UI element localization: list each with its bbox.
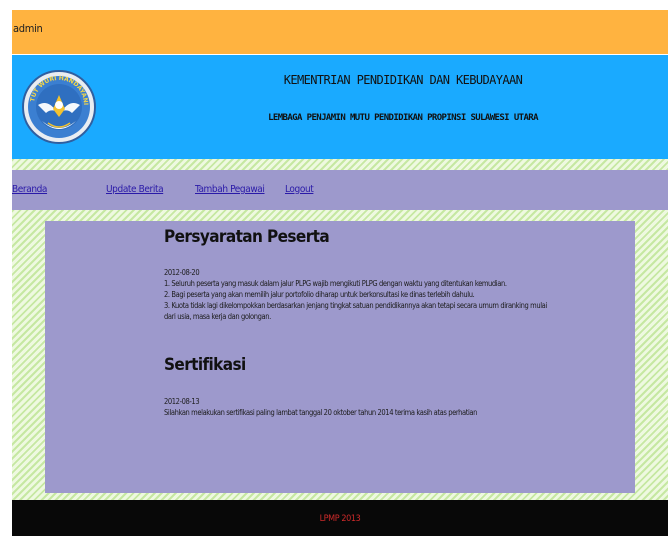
top-bar: admin	[12, 10, 668, 54]
page-title: KEMENTRIAN PENDIDIKAN DAN KEBUDAYAAN	[283, 73, 523, 87]
header-banner: TUT WURI HANDAYANI KEMENTRIAN PENDIDIKAN…	[12, 55, 668, 159]
post-text-line: dari usia, masa kerja dan golongan.	[164, 312, 271, 321]
post-text-line: 2. Bagi peserta yang akan memilih jalur …	[164, 290, 475, 299]
username-label: admin	[13, 22, 43, 35]
nav-bar: Beranda Update Berita Tambah Pegawai Log…	[12, 170, 668, 210]
nav-item-beranda[interactable]: Beranda	[12, 184, 47, 195]
footer-text: LPMP 2013	[319, 514, 361, 524]
post-date: 2012-08-20	[164, 268, 200, 277]
post-text-line: 3. Kuota tidak lagi dikelompokkan berdas…	[164, 301, 547, 310]
post-title: Persyaratan Peserta	[164, 227, 330, 247]
post-text-line: 1. Seluruh peserta yang masuk dalam jalu…	[164, 279, 507, 288]
nav-item-logout[interactable]: Logout	[285, 184, 314, 195]
post-title: Sertifikasi	[164, 355, 246, 375]
page-subtitle: LEMBAGA PENJAMIN MUTU PENDIDIKAN PROPINS…	[268, 113, 538, 123]
content-panel: Persyaratan Peserta 2012-08-20 1. Seluru…	[45, 221, 635, 493]
nav-item-update-berita[interactable]: Update Berita	[106, 184, 164, 195]
nav-item-tambah-pegawai[interactable]: Tambah Pegawai	[195, 184, 265, 195]
tut-wuri-handayani-logo: TUT WURI HANDAYANI	[22, 70, 96, 144]
post-date: 2012-08-13	[164, 397, 200, 406]
post-text-line: Silahkan melakukan sertifikasi paling la…	[164, 408, 478, 417]
decorative-divider	[12, 159, 668, 170]
footer: LPMP 2013	[12, 500, 668, 536]
